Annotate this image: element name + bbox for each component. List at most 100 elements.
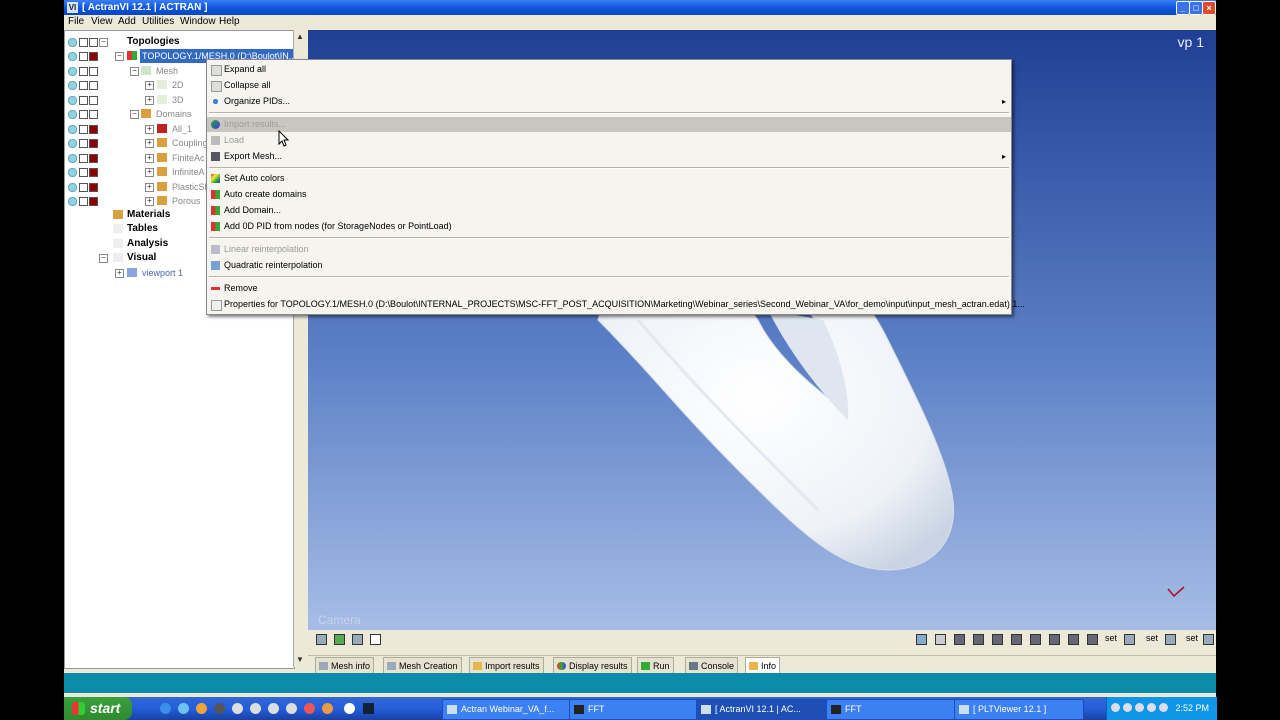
view-front-icon[interactable] (954, 634, 965, 645)
task-actranvi[interactable]: [ ActranVI 12.1 | AC... (696, 699, 836, 720)
save-view-icon[interactable] (1203, 634, 1214, 645)
expand-icon[interactable]: + (145, 197, 154, 206)
tab-display-results[interactable]: Display results (553, 657, 632, 674)
tree-row-topologies[interactable]: − Topologies (65, 35, 294, 49)
tree-label[interactable]: viewport 1 (142, 266, 183, 280)
view-iso2-icon[interactable] (1087, 634, 1098, 645)
menu-file[interactable]: File (68, 16, 84, 27)
close-icon[interactable]: × (1202, 1, 1216, 15)
save-view-icon[interactable] (1124, 634, 1135, 645)
tab-import-results[interactable]: Import results (469, 657, 544, 674)
menu-set-auto-colors[interactable]: Set Auto colors (207, 171, 1011, 186)
visibility-icon[interactable] (68, 154, 77, 163)
app-icon[interactable] (322, 703, 333, 714)
tab-run[interactable]: Run (637, 657, 674, 674)
h-app-icon[interactable] (363, 703, 374, 714)
select-icon[interactable] (316, 634, 327, 645)
menu-window[interactable]: Window (180, 16, 216, 27)
set-button[interactable]: set (1105, 633, 1117, 643)
menu-load[interactable]: Load (207, 133, 1011, 148)
set-button[interactable]: set (1186, 633, 1198, 643)
task-fft-2[interactable]: FFT (826, 699, 956, 720)
menu-utilities[interactable]: Utilities (142, 16, 174, 27)
visibility-icon[interactable] (68, 52, 77, 61)
menu-expand-all[interactable]: Expand all (207, 62, 1011, 77)
expand-icon[interactable]: + (145, 139, 154, 148)
visibility-icon[interactable] (68, 67, 77, 76)
visibility-icon[interactable] (68, 197, 77, 206)
visibility-icon[interactable] (68, 96, 77, 105)
collapse-icon[interactable]: − (99, 254, 108, 263)
tree-label[interactable]: Materials (127, 208, 170, 222)
menu-add-0d-pid[interactable]: Add 0D PID from nodes (for StorageNodes … (207, 219, 1011, 234)
menu-quadratic-reinterpolation[interactable]: Quadratic reinterpolation (207, 258, 1011, 273)
expand-icon[interactable]: + (145, 96, 154, 105)
task-actran-webinar[interactable]: Actran Webinar_VA_f... (442, 699, 572, 720)
maximize-icon[interactable]: □ (1189, 1, 1203, 15)
app-icon[interactable] (344, 703, 355, 714)
visibility-icon[interactable] (68, 168, 77, 177)
visibility-icon[interactable] (68, 38, 77, 47)
menu-view[interactable]: View (91, 16, 113, 27)
tree-label[interactable]: InfiniteA (172, 165, 205, 179)
skype-icon[interactable] (178, 703, 189, 714)
tree-label[interactable]: Coupling (172, 136, 208, 150)
menu-auto-create-domains[interactable]: Auto create domains (207, 187, 1011, 202)
filter-icon[interactable] (352, 634, 363, 645)
collapse-icon[interactable]: − (130, 110, 139, 119)
tree-label[interactable]: Tables (127, 222, 158, 236)
collapse-icon[interactable]: − (115, 52, 124, 61)
tool-icon[interactable] (250, 703, 261, 714)
tool-icon[interactable] (286, 703, 297, 714)
scroll-up-icon[interactable]: ▲ (296, 32, 304, 41)
collapse-icon[interactable]: − (130, 67, 139, 76)
tree-label[interactable]: Topologies (127, 35, 180, 49)
tab-mesh-creation[interactable]: Mesh Creation (383, 657, 462, 674)
menu-collapse-all[interactable]: Collapse all (207, 78, 1011, 93)
tree-label[interactable]: Visual (127, 251, 156, 265)
tree-label[interactable]: Analysis (127, 237, 168, 251)
view-back-icon[interactable] (973, 634, 984, 645)
tree-label[interactable]: FiniteAc (172, 151, 205, 165)
expand-icon[interactable]: + (145, 81, 154, 90)
view-right-icon[interactable] (1011, 634, 1022, 645)
tree-label[interactable]: 2D (172, 78, 184, 92)
visibility-icon[interactable] (68, 125, 77, 134)
tool-icon[interactable] (232, 703, 243, 714)
expand-icon[interactable]: + (145, 183, 154, 192)
task-pltviewer[interactable]: [ PLTViewer 12.1 ] (954, 699, 1084, 720)
expand-icon[interactable]: + (145, 154, 154, 163)
tray-icon[interactable] (1135, 703, 1144, 712)
expand-icon[interactable]: + (115, 269, 124, 278)
pick-icon[interactable] (334, 634, 345, 645)
visibility-icon[interactable] (68, 183, 77, 192)
view-bottom-icon[interactable] (1049, 634, 1060, 645)
menu-linear-reinterpolation[interactable]: Linear reinterpolation (207, 242, 1011, 257)
menu-add[interactable]: Add (118, 16, 136, 27)
firefox-icon[interactable] (196, 703, 207, 714)
tree-label[interactable]: 3D (172, 93, 184, 107)
save-view-icon[interactable] (1165, 634, 1176, 645)
collapse-icon[interactable]: − (99, 38, 108, 47)
menu-help[interactable]: Help (219, 16, 240, 27)
minimize-icon[interactable]: _ (1176, 1, 1190, 15)
set-button[interactable]: set (1146, 633, 1158, 643)
view-top-icon[interactable] (1030, 634, 1041, 645)
tree-label[interactable]: All_1 (172, 122, 192, 136)
view-left-icon[interactable] (992, 634, 1003, 645)
tree-label[interactable]: Mesh (156, 64, 178, 78)
visibility-icon[interactable] (68, 139, 77, 148)
title-bar[interactable]: VI [ ActranVI 12.1 | ACTRAN ] _ □ × (64, 0, 1216, 15)
menu-add-domain[interactable]: Add Domain... (207, 203, 1011, 218)
zoom-icon[interactable] (916, 634, 927, 645)
start-button[interactable]: start (64, 697, 132, 720)
menu-import-results[interactable]: Import results... (207, 117, 1011, 132)
view-iso-icon[interactable] (1068, 634, 1079, 645)
blank-icon[interactable] (370, 634, 381, 645)
tab-mesh-info[interactable]: Mesh info (315, 657, 375, 674)
tray-icon[interactable] (1147, 703, 1156, 712)
menu-organize-pids[interactable]: Organize PIDs... ▸ (207, 94, 1011, 109)
visibility-icon[interactable] (68, 110, 77, 119)
rotate-icon[interactable] (935, 634, 946, 645)
tree-label[interactable]: Domains (156, 107, 192, 121)
